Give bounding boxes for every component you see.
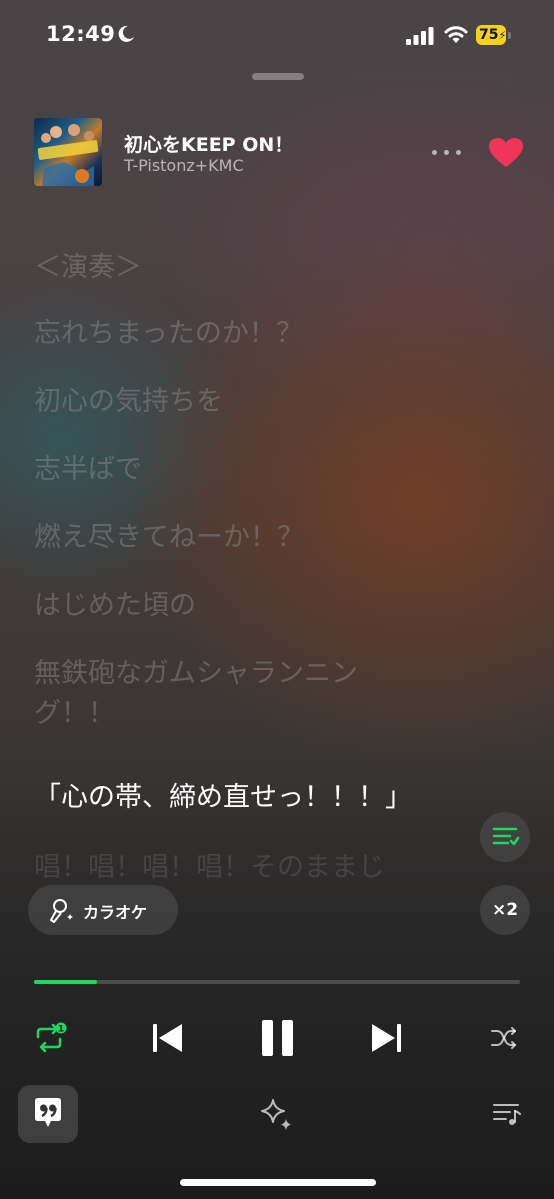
- queue-icon[interactable]: [492, 1101, 522, 1127]
- shuffle-icon[interactable]: [490, 1025, 518, 1051]
- lyric-line-active[interactable]: 「心の帯、締め直せっ！！！」: [34, 780, 412, 816]
- microphone-icon: [50, 899, 73, 923]
- lyric-line[interactable]: 忘れちまったのか！？: [34, 316, 303, 352]
- progress-fill: [34, 980, 98, 984]
- home-indicator[interactable]: [180, 1179, 376, 1186]
- lyrics-list-button[interactable]: [480, 812, 530, 862]
- lyric-line[interactable]: はじめた頃の: [34, 588, 196, 624]
- wifi-icon: [444, 26, 468, 43]
- speed-button[interactable]: ×2: [480, 885, 530, 935]
- status-time: 12:49: [46, 22, 116, 46]
- repeat-badge: 1: [58, 1025, 64, 1035]
- pause-icon[interactable]: [258, 1018, 298, 1058]
- lyrics-button[interactable]: [18, 1085, 78, 1143]
- battery-indicator: 75⚡: [476, 25, 512, 45]
- karaoke-label: カラオケ: [83, 903, 148, 922]
- lyric-line[interactable]: 唱！唱！唱！唱！そのままじ: [34, 850, 385, 886]
- lyrics-quote-icon: [35, 1098, 61, 1127]
- karaoke-button[interactable]: カラオケ: [28, 885, 178, 935]
- lyric-line[interactable]: 初心の気持ちを: [34, 384, 223, 420]
- lyric-line[interactable]: 志半ばで: [34, 452, 142, 488]
- album-art[interactable]: [34, 118, 102, 186]
- previous-icon[interactable]: [150, 1020, 186, 1056]
- more-icon[interactable]: [430, 146, 464, 160]
- repeat-icon[interactable]: 1: [32, 1022, 68, 1054]
- next-icon[interactable]: [368, 1020, 404, 1056]
- song-title: 初心をKEEP ON！: [124, 134, 294, 156]
- moon-icon: [118, 25, 134, 42]
- signal-icon: [406, 27, 434, 45]
- progress-bar[interactable]: [34, 980, 520, 984]
- lyrics-list-icon: [492, 827, 520, 846]
- lyric-line[interactable]: ＜演奏＞: [34, 250, 142, 286]
- lyric-line[interactable]: 無鉄砲なガムシャランニン: [34, 656, 358, 692]
- sparkle-icon[interactable]: [258, 1097, 296, 1133]
- lyric-line[interactable]: グ！！: [34, 696, 115, 732]
- song-artist[interactable]: T-Pistonz+KMC: [124, 156, 244, 175]
- sheet-grabber[interactable]: [252, 73, 304, 80]
- lyric-line[interactable]: 燃え尽きてねーか！？: [34, 520, 304, 556]
- battery-level: 75: [479, 27, 499, 43]
- heart-icon[interactable]: [488, 137, 524, 169]
